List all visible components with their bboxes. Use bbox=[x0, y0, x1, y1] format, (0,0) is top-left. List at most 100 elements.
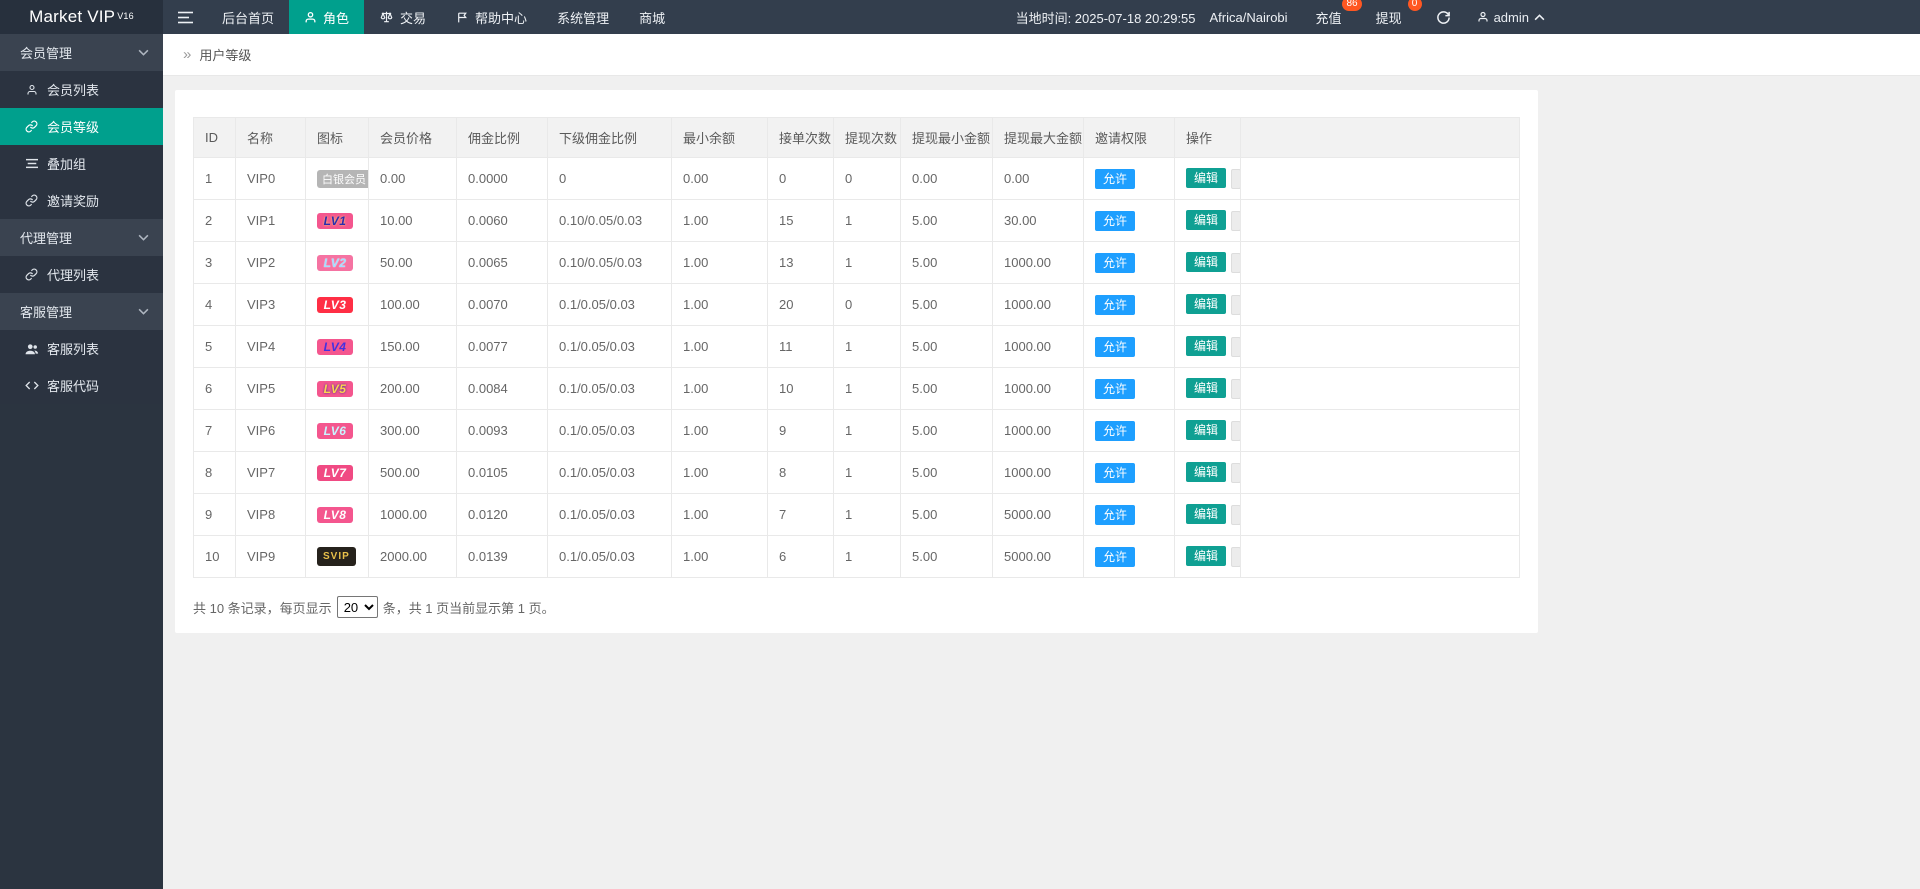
allow-button[interactable]: 允许 bbox=[1095, 546, 1136, 567]
nav-item-mall[interactable]: 商城 bbox=[624, 0, 680, 34]
sidebar-collapse-button[interactable] bbox=[163, 0, 207, 34]
sidebar-item-label: 会员等级 bbox=[47, 120, 100, 135]
cell-empty bbox=[1240, 493, 1520, 536]
user-icon bbox=[24, 84, 39, 96]
allow-button[interactable]: 允许 bbox=[1095, 504, 1136, 525]
allow-button[interactable]: 允许 bbox=[1095, 420, 1136, 441]
cell-name: VIP4 bbox=[235, 325, 306, 368]
edit-button[interactable]: 编辑 bbox=[1186, 462, 1227, 483]
nav-item-system[interactable]: 系统管理 bbox=[542, 0, 624, 34]
cell-orders: 10 bbox=[767, 367, 834, 410]
nav-item-trade[interactable]: 交易 bbox=[364, 0, 441, 34]
nav-item-label: 后台首页 bbox=[222, 10, 275, 26]
breadcrumb: » 用户等级 bbox=[163, 34, 1920, 76]
cell-sub-commission: 0.1/0.05/0.03 bbox=[547, 409, 672, 452]
clipped-action-button[interactable] bbox=[1231, 462, 1240, 483]
cell-sub-commission: 0.1/0.05/0.03 bbox=[547, 367, 672, 410]
local-time: 当地时间: 2025-07-18 20:29:55 bbox=[1015, 10, 1196, 26]
clipped-action-button[interactable] bbox=[1231, 420, 1240, 441]
sidebar-item-member-list[interactable]: 会员列表 bbox=[0, 71, 163, 108]
cell-withdraw-min: 5.00 bbox=[900, 535, 993, 578]
refresh-button[interactable] bbox=[1436, 10, 1451, 25]
edit-button[interactable]: 编辑 bbox=[1186, 252, 1227, 273]
level-badge-icon: LV3 bbox=[317, 296, 353, 313]
allow-button[interactable]: 允许 bbox=[1095, 336, 1136, 357]
cell-withdraw-max: 1000.00 bbox=[992, 325, 1084, 368]
breadcrumb-icon: » bbox=[183, 46, 192, 63]
sidebar-item-support-list[interactable]: 客服列表 bbox=[0, 330, 163, 367]
edit-button[interactable]: 编辑 bbox=[1186, 504, 1227, 525]
sidebar-item-member-level[interactable]: 会员等级 bbox=[0, 108, 163, 145]
level-badge-icon: LV8 bbox=[317, 506, 353, 523]
sidebar-item-label: 代理列表 bbox=[47, 268, 100, 283]
cell-price: 150.00 bbox=[368, 325, 457, 368]
clipped-action-button[interactable] bbox=[1231, 294, 1240, 315]
allow-button[interactable]: 允许 bbox=[1095, 462, 1136, 483]
cell-empty bbox=[1240, 283, 1520, 326]
edit-button[interactable]: 编辑 bbox=[1186, 210, 1227, 231]
nav-item-roles[interactable]: 角色 bbox=[289, 0, 365, 34]
sidebar-item-support-code[interactable]: 客服代码 bbox=[0, 367, 163, 404]
level-badge-icon: LV1 bbox=[317, 212, 353, 229]
allow-button[interactable]: 允许 bbox=[1095, 294, 1136, 315]
link-icon bbox=[24, 194, 39, 207]
level-table-body: 1 VIP0 白银会员 0.00 0.0000 0 0.00 0 0 0.00 … bbox=[193, 157, 1520, 578]
sidebar-group-support-mgmt[interactable]: 客服管理 bbox=[0, 293, 163, 330]
cell-min-balance: 1.00 bbox=[671, 409, 768, 452]
edit-button[interactable]: 编辑 bbox=[1186, 294, 1227, 315]
cell-icon: LV4 bbox=[305, 325, 369, 368]
nav-item-help-center[interactable]: 帮助中心 bbox=[441, 0, 542, 34]
allow-button[interactable]: 允许 bbox=[1095, 252, 1136, 273]
cell-min-balance: 1.00 bbox=[671, 451, 768, 494]
nav-item-label: 角色 bbox=[323, 10, 350, 26]
clipped-action-button[interactable] bbox=[1231, 168, 1240, 189]
sidebar-item-stack-group[interactable]: 叠加组 bbox=[0, 145, 163, 182]
recharge-link[interactable]: 充值 86 bbox=[1316, 0, 1362, 27]
cell-withdraw-max: 1000.00 bbox=[992, 241, 1084, 284]
cell-commission: 0.0105 bbox=[456, 451, 548, 494]
page-title: 用户等级 bbox=[199, 48, 252, 63]
cell-icon: LV3 bbox=[305, 283, 369, 326]
cell-icon: 白银会员 bbox=[305, 157, 369, 200]
sidebar-item-agent-list[interactable]: 代理列表 bbox=[0, 256, 163, 293]
allow-button[interactable]: 允许 bbox=[1095, 378, 1136, 399]
cell-orders: 6 bbox=[767, 535, 834, 578]
cell-price: 10.00 bbox=[368, 199, 457, 242]
edit-button[interactable]: 编辑 bbox=[1186, 546, 1227, 567]
cell-name: VIP8 bbox=[235, 493, 306, 536]
allow-button[interactable]: 允许 bbox=[1095, 210, 1136, 231]
cell-id: 10 bbox=[193, 535, 236, 578]
allow-button[interactable]: 允许 bbox=[1095, 168, 1136, 189]
withdraw-link[interactable]: 提现 0 bbox=[1375, 0, 1422, 27]
cell-withdraw-max: 0.00 bbox=[992, 157, 1084, 200]
hamburger-icon bbox=[177, 11, 193, 24]
cell-empty bbox=[1240, 241, 1520, 284]
cell-withdraw-times: 1 bbox=[833, 241, 901, 284]
edit-button[interactable]: 编辑 bbox=[1186, 336, 1227, 357]
edit-button[interactable]: 编辑 bbox=[1186, 378, 1227, 399]
col-name: 名称 bbox=[235, 117, 306, 158]
clipped-action-button[interactable] bbox=[1231, 504, 1240, 525]
clipped-action-button[interactable] bbox=[1231, 252, 1240, 273]
cell-price: 300.00 bbox=[368, 409, 457, 452]
clipped-action-button[interactable] bbox=[1231, 336, 1240, 357]
level-badge-icon: LV4 bbox=[317, 338, 353, 355]
cell-invite-perm: 允许 bbox=[1083, 451, 1175, 494]
clipped-action-button[interactable] bbox=[1231, 210, 1240, 231]
withdraw-label: 提现 bbox=[1375, 10, 1402, 26]
clipped-action-button[interactable] bbox=[1231, 378, 1240, 399]
page-size-select[interactable]: 20 bbox=[336, 596, 378, 618]
sidebar-group-member-mgmt[interactable]: 会员管理 bbox=[0, 34, 163, 71]
cell-withdraw-max: 1000.00 bbox=[992, 283, 1084, 326]
edit-button[interactable]: 编辑 bbox=[1186, 168, 1227, 189]
cell-actions: 编辑 bbox=[1174, 367, 1241, 410]
sidebar-group-agent-mgmt[interactable]: 代理管理 bbox=[0, 219, 163, 256]
sidebar-item-invite-reward[interactable]: 邀请奖励 bbox=[0, 182, 163, 219]
cell-sub-commission: 0.1/0.05/0.03 bbox=[547, 493, 672, 536]
edit-button[interactable]: 编辑 bbox=[1186, 420, 1227, 441]
cell-withdraw-min: 5.00 bbox=[900, 325, 993, 368]
nav-item-dashboard[interactable]: 后台首页 bbox=[207, 0, 289, 34]
clipped-action-button[interactable] bbox=[1231, 546, 1240, 567]
user-level-table: ID 名称 图标 会员价格 佣金比例 下级佣金比例 最小余额 接单次数 提现次数… bbox=[193, 117, 1520, 578]
user-menu[interactable]: admin bbox=[1477, 10, 1545, 25]
